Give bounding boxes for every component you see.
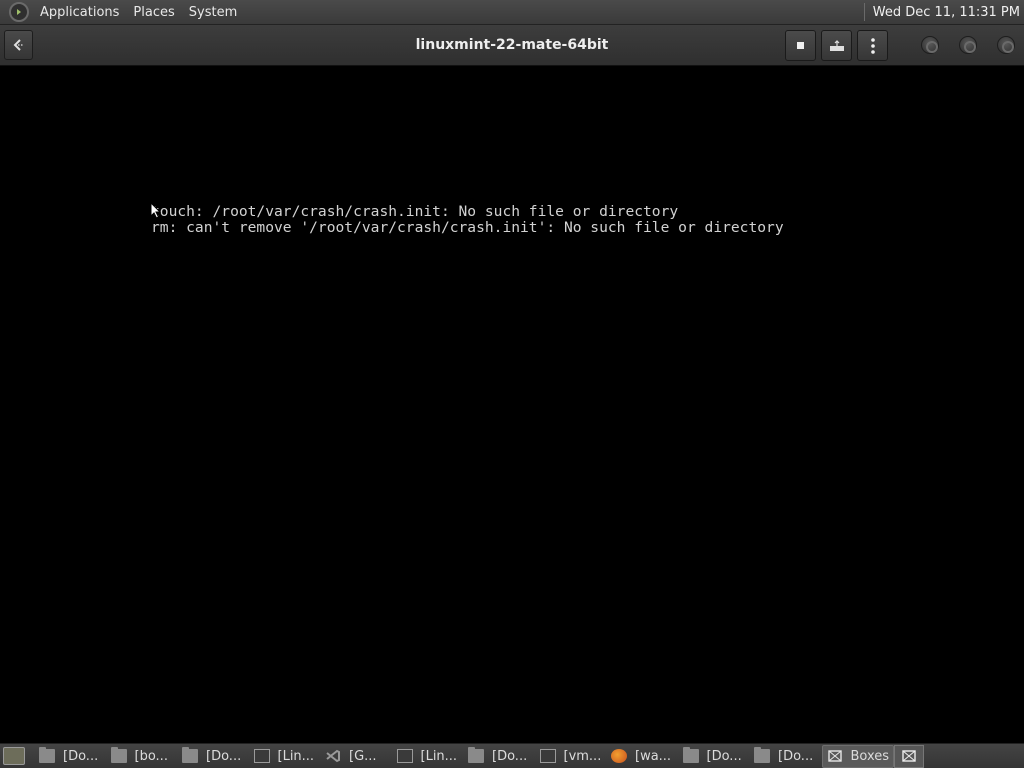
task-button[interactable]: [wa... [607, 745, 679, 768]
top-panel: Applications Places System Wed Dec 11, 1… [0, 0, 1024, 25]
task-button[interactable]: [Lin... [393, 745, 465, 768]
task-button[interactable]: [Lin... [250, 745, 322, 768]
task-button-boxes[interactable]: Boxes [821, 744, 894, 768]
keyboard-button[interactable] [821, 30, 852, 61]
mint-logo-icon[interactable] [9, 2, 29, 22]
minimize-icon[interactable] [921, 36, 939, 54]
terminal-icon [253, 749, 270, 763]
close-icon[interactable] [997, 36, 1015, 54]
task-button[interactable]: [Do... [35, 745, 107, 768]
task-button[interactable]: [bo... [107, 745, 179, 768]
task-button[interactable]: [vm... [536, 745, 608, 768]
folder-icon [682, 747, 699, 763]
folder-icon [110, 747, 127, 763]
task-button[interactable]: [Do... [679, 745, 751, 768]
stop-button[interactable] [785, 30, 816, 61]
folder-icon [754, 747, 770, 763]
keyboard-icon [829, 39, 844, 51]
folder-icon [39, 747, 55, 763]
terminal-icon [396, 749, 413, 763]
applications-menu[interactable]: Applications [33, 0, 126, 25]
task-button-boxes-2[interactable] [893, 744, 924, 768]
clock[interactable]: Wed Dec 11, 11:31 PM [873, 5, 1024, 20]
boxes-headerbar: linuxmint-22-mate-64bit [0, 25, 1024, 66]
boxes-icon [827, 750, 842, 762]
mouse-cursor-icon [150, 202, 162, 219]
panel-separator [863, 3, 865, 21]
task-button[interactable]: [Do... [178, 745, 250, 768]
task-button[interactable]: [G... [321, 745, 393, 768]
terminal-icon [539, 749, 556, 763]
console-output: touch: /root/var/crash/crash.init: No su… [151, 204, 784, 236]
console-line: touch: /root/var/crash/crash.init: No su… [151, 203, 679, 220]
folder-icon [468, 747, 484, 763]
boxes-icon [901, 750, 916, 762]
firefox-icon [611, 749, 627, 763]
show-desktop-icon[interactable] [3, 747, 25, 765]
vm-display[interactable]: touch: /root/var/crash/crash.init: No su… [0, 66, 1024, 743]
places-menu[interactable]: Places [126, 0, 181, 25]
task-button[interactable]: [Do... [464, 745, 536, 768]
back-button[interactable] [4, 30, 33, 60]
vscode-icon [326, 749, 340, 763]
menu-button[interactable] [857, 30, 888, 61]
task-button[interactable]: [Do... [750, 745, 822, 768]
kebab-menu-icon [870, 37, 875, 54]
bottom-panel: [Do... [bo... [Do... [Lin... [G... [Lin.… [0, 743, 1024, 768]
maximize-icon[interactable] [959, 36, 977, 54]
console-line: rm: can't remove '/root/var/crash/crash.… [151, 219, 784, 236]
folder-icon [182, 747, 198, 763]
back-arrow-icon [13, 39, 24, 51]
stop-icon [796, 41, 804, 49]
system-menu[interactable]: System [182, 0, 244, 25]
